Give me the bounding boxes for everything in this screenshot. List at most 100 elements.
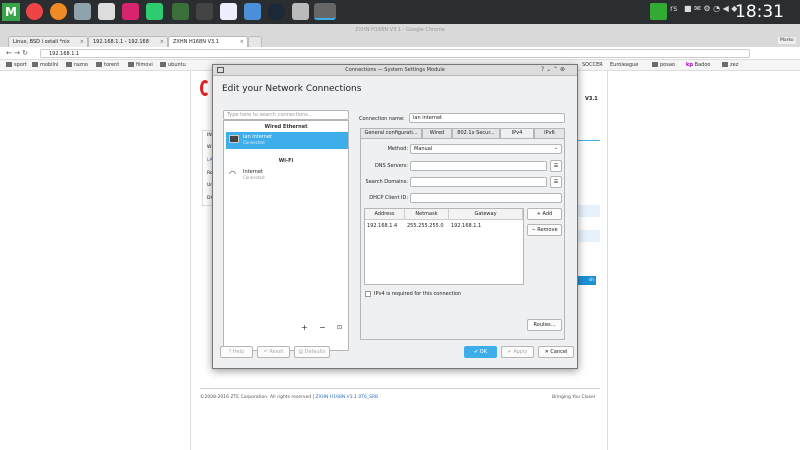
search-domains-edit-button[interactable]: ☰: [550, 176, 562, 188]
bookmark-link[interactable]: Euroleague: [610, 62, 638, 68]
router-nav-item[interactable]: IN: [207, 133, 212, 138]
help-button[interactable]: ? Help: [220, 346, 253, 358]
connection-item-lan-internet[interactable]: lan internet Connected: [226, 132, 348, 149]
footer-slogan: Bringing You Closer: [552, 395, 596, 400]
dhcp-label: DHCP Client ID:: [369, 195, 408, 201]
tray-text: rs: [670, 4, 678, 13]
ethernet-icon: [229, 135, 239, 143]
reset-button[interactable]: ↶ Reset: [257, 346, 290, 358]
window-controls[interactable]: ? ⌄ ⌃ ⊗: [541, 66, 565, 73]
dialog-heading: Edit your Network Connections: [222, 84, 362, 94]
media-icon[interactable]: [122, 3, 139, 20]
bookmark-folder[interactable]: mobilni: [32, 62, 58, 68]
bookmark-link[interactable]: kp Badoo: [686, 62, 710, 68]
add-connection-button[interactable]: +: [301, 323, 308, 332]
version-badge: V3.1: [585, 96, 598, 102]
method-label: Method:: [387, 146, 408, 152]
taskbar: [0, 0, 800, 24]
connection-item-internet[interactable]: ◠ Internet Connected: [226, 167, 348, 184]
apply-button[interactable]: ✔ Apply: [501, 346, 534, 358]
nav-icons[interactable]: ← → ↻: [6, 49, 28, 57]
search-connections-input[interactable]: Type here to search connections...: [223, 110, 349, 120]
bookmark-link[interactable]: SOCCER: [582, 62, 603, 68]
dns-servers-field[interactable]: [410, 161, 547, 171]
dialog-title: Connections — System Settings Module: [213, 65, 577, 76]
column-header[interactable]: Gateway: [449, 209, 523, 220]
method-select[interactable]: Manual ⌄: [410, 144, 562, 154]
new-tab-button[interactable]: [248, 36, 262, 47]
table-cell[interactable]: 255.255.255.0: [405, 221, 449, 231]
dns-label: DNS Servers:: [374, 163, 408, 169]
trash-icon[interactable]: [650, 3, 667, 20]
ipv4-required-checkbox[interactable]: [365, 291, 371, 297]
dns-edit-button[interactable]: ☰: [550, 160, 562, 172]
settings-icon[interactable]: [292, 3, 309, 20]
close-icon[interactable]: ×: [240, 39, 244, 45]
active-window-icon[interactable]: [314, 3, 336, 20]
remove-address-button[interactable]: − Remove: [527, 224, 562, 236]
dhcp-client-id-field[interactable]: [410, 193, 562, 203]
tray-icons[interactable]: ■ ✉ ⚙ ◔ ◀ ◆: [684, 4, 737, 13]
start-menu-button[interactable]: M: [2, 3, 20, 21]
connection-name-field[interactable]: lan internet: [409, 113, 565, 123]
router-nav-item[interactable]: W: [207, 145, 211, 150]
defaults-button[interactable]: ▤ Defaults: [294, 346, 330, 358]
screenshot-icon[interactable]: [98, 3, 115, 20]
close-icon[interactable]: ×: [80, 39, 84, 45]
connection-name-label: Connection name:: [359, 116, 405, 122]
url-input[interactable]: 192.168.1.1: [40, 49, 750, 58]
ipv4-required-label: IPv4 is required for this connection: [374, 291, 462, 297]
zte-logo-icon: [200, 80, 210, 96]
bookmark-folder[interactable]: sport: [6, 62, 27, 68]
close-icon[interactable]: ×: [160, 39, 164, 45]
android-icon[interactable]: [146, 3, 163, 20]
ok-button[interactable]: ✔ OK: [464, 346, 497, 358]
bookmark-folder[interactable]: torent: [96, 62, 119, 68]
files-icon[interactable]: [74, 3, 91, 20]
router-footer: ©2008-2016 ZTE Corporation. All rights r…: [200, 395, 379, 400]
footer-copyright: ©2008-2016 ZTE Corporation. All rights r…: [200, 395, 312, 400]
footer-version-link[interactable]: ZXHN H168N V3.1.0T6_SRB: [316, 395, 379, 400]
clock[interactable]: 18:31: [735, 2, 784, 22]
monitor-icon[interactable]: [172, 3, 189, 20]
table-cell[interactable]: 192.168.1.1: [449, 221, 523, 231]
tab-label: ZXHN H168N V3.1: [173, 39, 219, 45]
wifi-icon: ◠: [229, 169, 236, 178]
address-table[interactable]: Address Netmask Gateway 192.168.1.4 255.…: [364, 208, 524, 285]
router-button[interactable]: sh: [578, 276, 596, 285]
group-header-wifi: Wi-Fi: [278, 158, 294, 164]
remove-connection-button[interactable]: −: [319, 323, 326, 332]
column-header[interactable]: Netmask: [405, 209, 449, 220]
firefox-icon[interactable]: [50, 3, 67, 20]
column-header[interactable]: Address: [365, 209, 405, 220]
divider: [578, 140, 600, 141]
add-address-button[interactable]: + Add: [527, 208, 562, 220]
bookmark-folder[interactable]: razno: [66, 62, 88, 68]
tab-label: 192.168.1.1 - 192.168: [93, 39, 149, 45]
connection-status: Connected: [243, 175, 265, 180]
document-icon[interactable]: [220, 3, 237, 20]
chevron-down-icon: ⌄: [553, 145, 558, 151]
cancel-button[interactable]: ✕ Cancel: [538, 346, 574, 358]
writer-icon[interactable]: [244, 3, 261, 20]
import-connection-button[interactable]: ⊡: [337, 324, 342, 331]
tab-zxhn[interactable]: ZXHN H168N V3.1 ×: [168, 36, 248, 47]
bookmark-folder[interactable]: ubuntu: [160, 62, 186, 68]
table-cell[interactable]: 192.168.1.4: [365, 221, 405, 231]
search-domains-field[interactable]: [410, 177, 547, 187]
bookmark-folder[interactable]: filmovi: [128, 62, 153, 68]
network-connections-dialog: Connections — System Settings Module ? ⌄…: [212, 64, 578, 369]
terminal-icon[interactable]: [196, 3, 213, 20]
table-row: [578, 205, 600, 217]
chrome-icon[interactable]: [26, 3, 43, 20]
bookmark-folder[interactable]: posao: [652, 62, 675, 68]
steam-icon[interactable]: [268, 3, 285, 20]
user-badge[interactable]: Marko: [778, 37, 796, 44]
connection-status: Connected: [243, 140, 265, 145]
tab-linux[interactable]: Linux, BSD i ostali *nix ×: [8, 36, 88, 47]
bookmark-folder[interactable]: zez: [722, 62, 738, 68]
method-value: Manual: [414, 146, 433, 152]
footer-divider: [200, 388, 600, 389]
routes-button[interactable]: Routes...: [527, 319, 562, 331]
tab-router[interactable]: 192.168.1.1 - 192.168 ×: [88, 36, 168, 47]
